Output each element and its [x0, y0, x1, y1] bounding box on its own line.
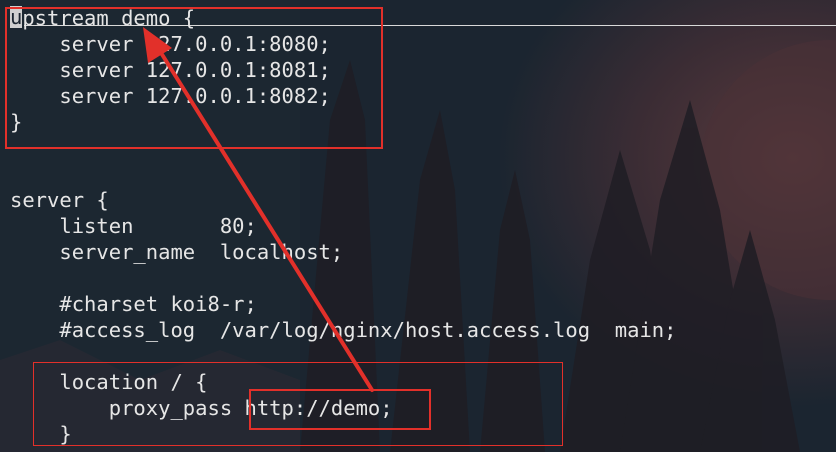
code-line-13: #access_log /var/log/nginx/host.access.l…: [10, 318, 677, 342]
proxy-pass-target-highlight: [249, 389, 431, 430]
code-line-12: #charset koi8-r;: [10, 292, 257, 316]
code-line-10: server_name localhost;: [10, 240, 344, 264]
code-line-8: server {: [10, 188, 109, 212]
code-line-9: listen 80;: [10, 214, 257, 238]
upstream-block-highlight: [5, 7, 383, 149]
